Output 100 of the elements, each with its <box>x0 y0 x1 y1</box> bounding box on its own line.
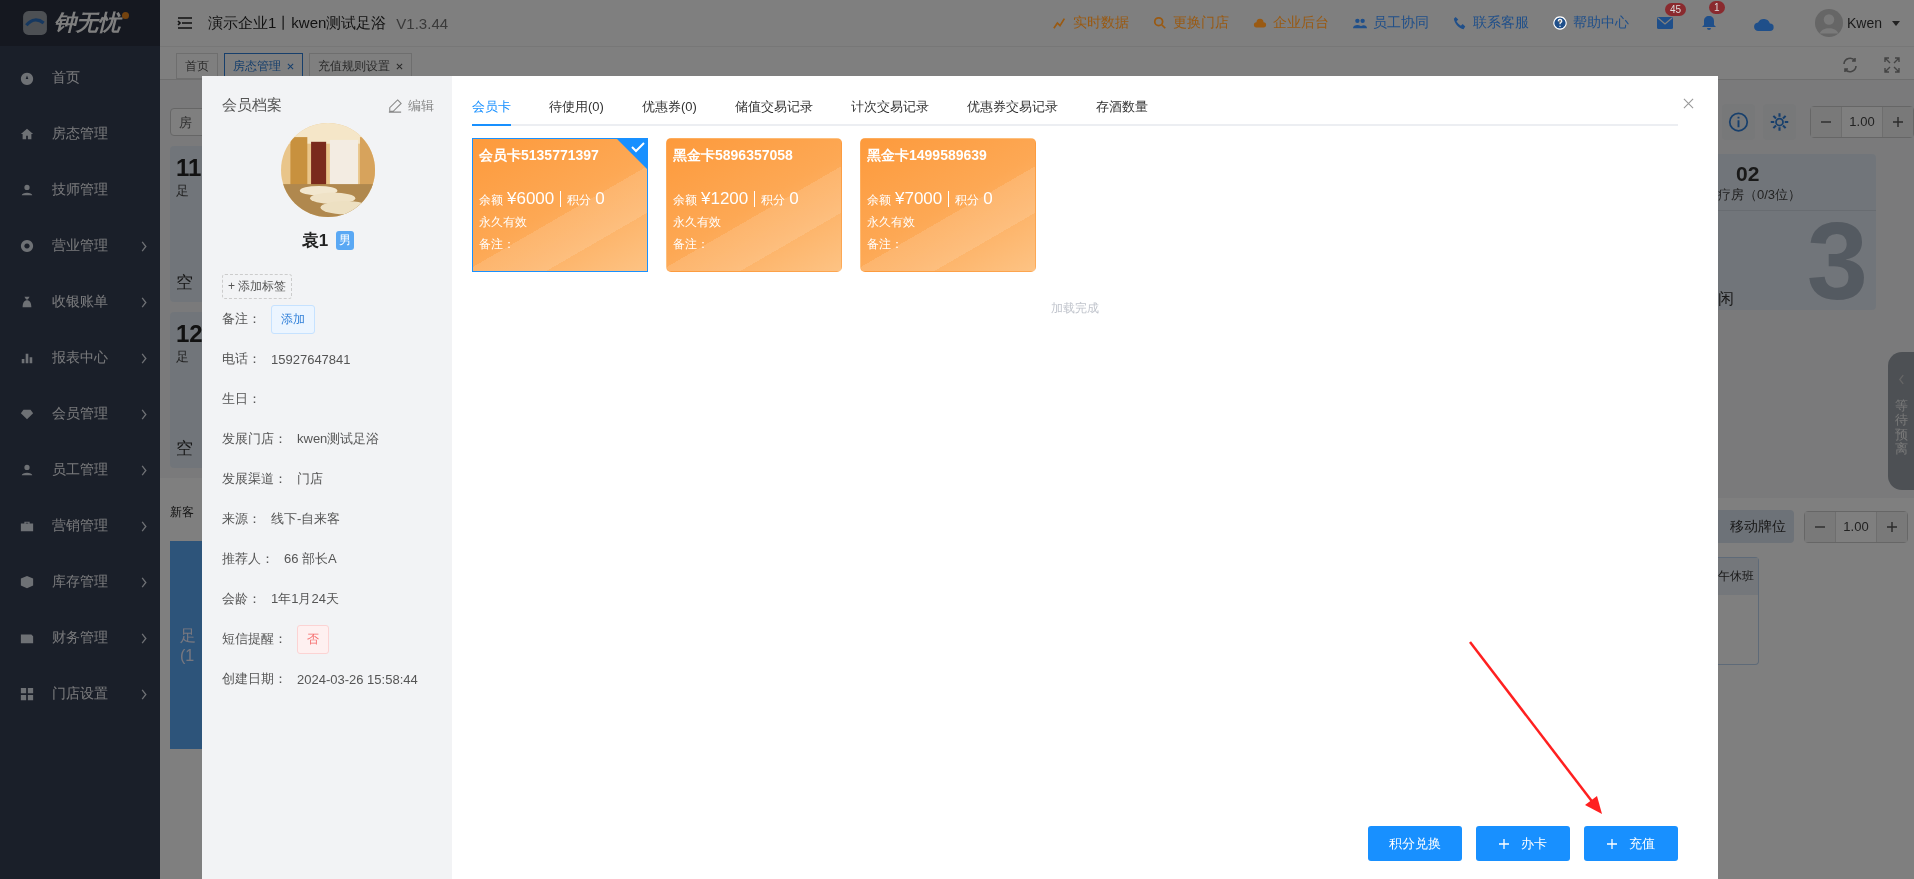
menu-item[interactable]: 报表中心 <box>0 330 160 386</box>
section-label: 新客 <box>170 504 195 521</box>
member-card[interactable]: 黑金卡1499589639 余额 ¥7000 积分 0 永久有效 备注： <box>860 138 1036 272</box>
field-label: 生日： <box>222 390 261 408</box>
points-label: 积分 <box>761 192 786 209</box>
add-tag-button[interactable]: + 添加标签 <box>222 274 293 299</box>
card-title: 黑金卡1499589639 <box>867 147 988 165</box>
refresh-icon[interactable] <box>1842 57 1858 73</box>
note-label: 备注： <box>479 236 516 253</box>
menu-item[interactable]: 营销管理 <box>0 498 160 554</box>
points-value: 0 <box>789 189 799 209</box>
room-status: 空 <box>176 438 194 460</box>
balance-value: ¥6000 <box>507 189 555 209</box>
dialog-tab[interactable]: 会员卡 <box>472 98 511 126</box>
dialog-tab[interactable]: 待使用(0) <box>549 98 604 126</box>
count-badge: 45 <box>1664 3 1687 16</box>
room-type: 足 <box>176 348 190 366</box>
menu-item[interactable]: 营业管理 <box>0 218 160 274</box>
technician-text: (1 <box>180 646 196 665</box>
cube-icon <box>20 575 34 589</box>
balance-label: 余额 <box>673 192 697 209</box>
chart-line-icon <box>1052 16 1067 30</box>
menu-item[interactable]: 财务管理 <box>0 610 160 666</box>
close-icon[interactable] <box>287 62 294 70</box>
bar-chart-icon <box>20 351 34 365</box>
dialog-tab[interactable]: 优惠券交易记录 <box>966 98 1058 126</box>
menu-item[interactable]: 收银账单 <box>0 274 160 330</box>
room-number: 12 <box>176 320 204 348</box>
menu-item[interactable]: 首页 <box>0 50 160 106</box>
menu-item[interactable]: 员工管理 <box>0 442 160 498</box>
field-label: 来源： <box>222 510 261 528</box>
dialog-tab[interactable]: 优惠券(0) <box>641 98 697 126</box>
person-icon <box>20 183 34 197</box>
page-tab[interactable]: 首页 <box>176 53 218 79</box>
room-number: 11 <box>176 154 203 182</box>
member-card[interactable]: 黑金卡5896357058 余额 ¥1200 积分 0 永久有效 备注： <box>666 138 842 272</box>
pencil-icon <box>388 98 402 113</box>
header-link[interactable]: 联系客服 <box>1452 14 1529 32</box>
grid-icon <box>20 687 34 701</box>
zoom-stepper[interactable]: 1.00 <box>1810 106 1914 138</box>
mail-icon[interactable] <box>1656 17 1673 29</box>
menu-icon[interactable] <box>176 15 194 31</box>
chevron-left-icon <box>1897 374 1905 385</box>
member-card[interactable]: 会员卡5135771397 余额 ¥6000 积分 0 永久有效 备注： <box>472 138 648 272</box>
menu-item[interactable]: 房态管理 <box>0 106 160 162</box>
card-title: 黑金卡5896357058 <box>673 147 794 165</box>
validity-text: 永久有效 <box>867 214 916 231</box>
gauge-icon <box>20 71 34 85</box>
load-status: 加载完成 <box>1051 300 1099 317</box>
balance-label: 余额 <box>479 192 503 209</box>
edit-link[interactable]: 编辑 <box>388 96 434 115</box>
dialog-tab[interactable]: 储值交易记录 <box>734 98 813 126</box>
close-icon[interactable] <box>1683 98 1694 109</box>
page-tab[interactable]: 充值规则设置 <box>309 53 412 79</box>
bell-icon[interactable] <box>1700 15 1717 31</box>
help-icon <box>1552 16 1567 30</box>
shift-label: 午休班 <box>1718 558 1758 595</box>
field-value: 15927647841 <box>271 351 351 367</box>
caret-icon[interactable] <box>1892 20 1900 26</box>
action-button[interactable]: 办卡 <box>1476 826 1570 861</box>
field-label: 推荐人： <box>222 550 274 568</box>
move-button[interactable]: 移动牌位 <box>1718 510 1794 543</box>
menu-item[interactable]: 门店设置 <box>0 666 160 722</box>
header-link[interactable]: 员工协同 <box>1352 14 1429 32</box>
briefcase-icon <box>20 519 34 533</box>
menu-item[interactable]: 会员管理 <box>0 386 160 442</box>
sms-tag: 否 <box>297 624 329 654</box>
diamond-icon <box>20 407 34 421</box>
menu-item[interactable]: 库存管理 <box>0 554 160 610</box>
registered-icon <box>122 12 129 19</box>
search-icon <box>1152 16 1167 30</box>
shift-card[interactable]: 午休班 <box>1718 557 1759 665</box>
field-value: 2024-03-26 15:58:44 <box>297 671 418 687</box>
user-name[interactable]: Kwen <box>1846 15 1882 31</box>
field-value: 门店 <box>297 470 323 488</box>
action-button[interactable]: 充值 <box>1584 826 1678 861</box>
plus-icon[interactable] <box>1887 521 1897 532</box>
fullscreen-icon[interactable] <box>1884 57 1900 73</box>
room-type: 足 <box>176 182 190 200</box>
field-value: kwen测试足浴 <box>297 430 380 448</box>
action-button[interactable]: 积分兑换 <box>1368 826 1462 861</box>
panel-heading: 会员档案 <box>222 96 282 115</box>
dialog-tab[interactable]: 计次交易记录 <box>850 98 929 126</box>
dialog-tab[interactable]: 存酒数量 <box>1095 98 1148 126</box>
field-label: 会龄： <box>222 590 261 608</box>
plus-icon[interactable] <box>1893 117 1903 127</box>
header-link[interactable]: 帮助中心 <box>1552 14 1629 32</box>
member-name: 袁1 <box>301 230 329 252</box>
house-icon <box>20 127 34 141</box>
validity-text: 永久有效 <box>673 214 722 231</box>
field-value: 线下-自来客 <box>271 510 341 528</box>
points-label: 积分 <box>955 192 980 209</box>
add-note-button[interactable]: 添加 <box>271 304 315 334</box>
count-badge: 1 <box>1708 1 1725 14</box>
close-icon[interactable] <box>396 62 403 70</box>
menu-item[interactable]: 技师管理 <box>0 162 160 218</box>
page-tab[interactable]: 房态管理 <box>224 53 303 79</box>
cloud-icon <box>1252 16 1267 30</box>
gender-tag: 男 <box>336 231 355 250</box>
zoom-stepper[interactable]: 1.00 <box>1804 510 1908 543</box>
